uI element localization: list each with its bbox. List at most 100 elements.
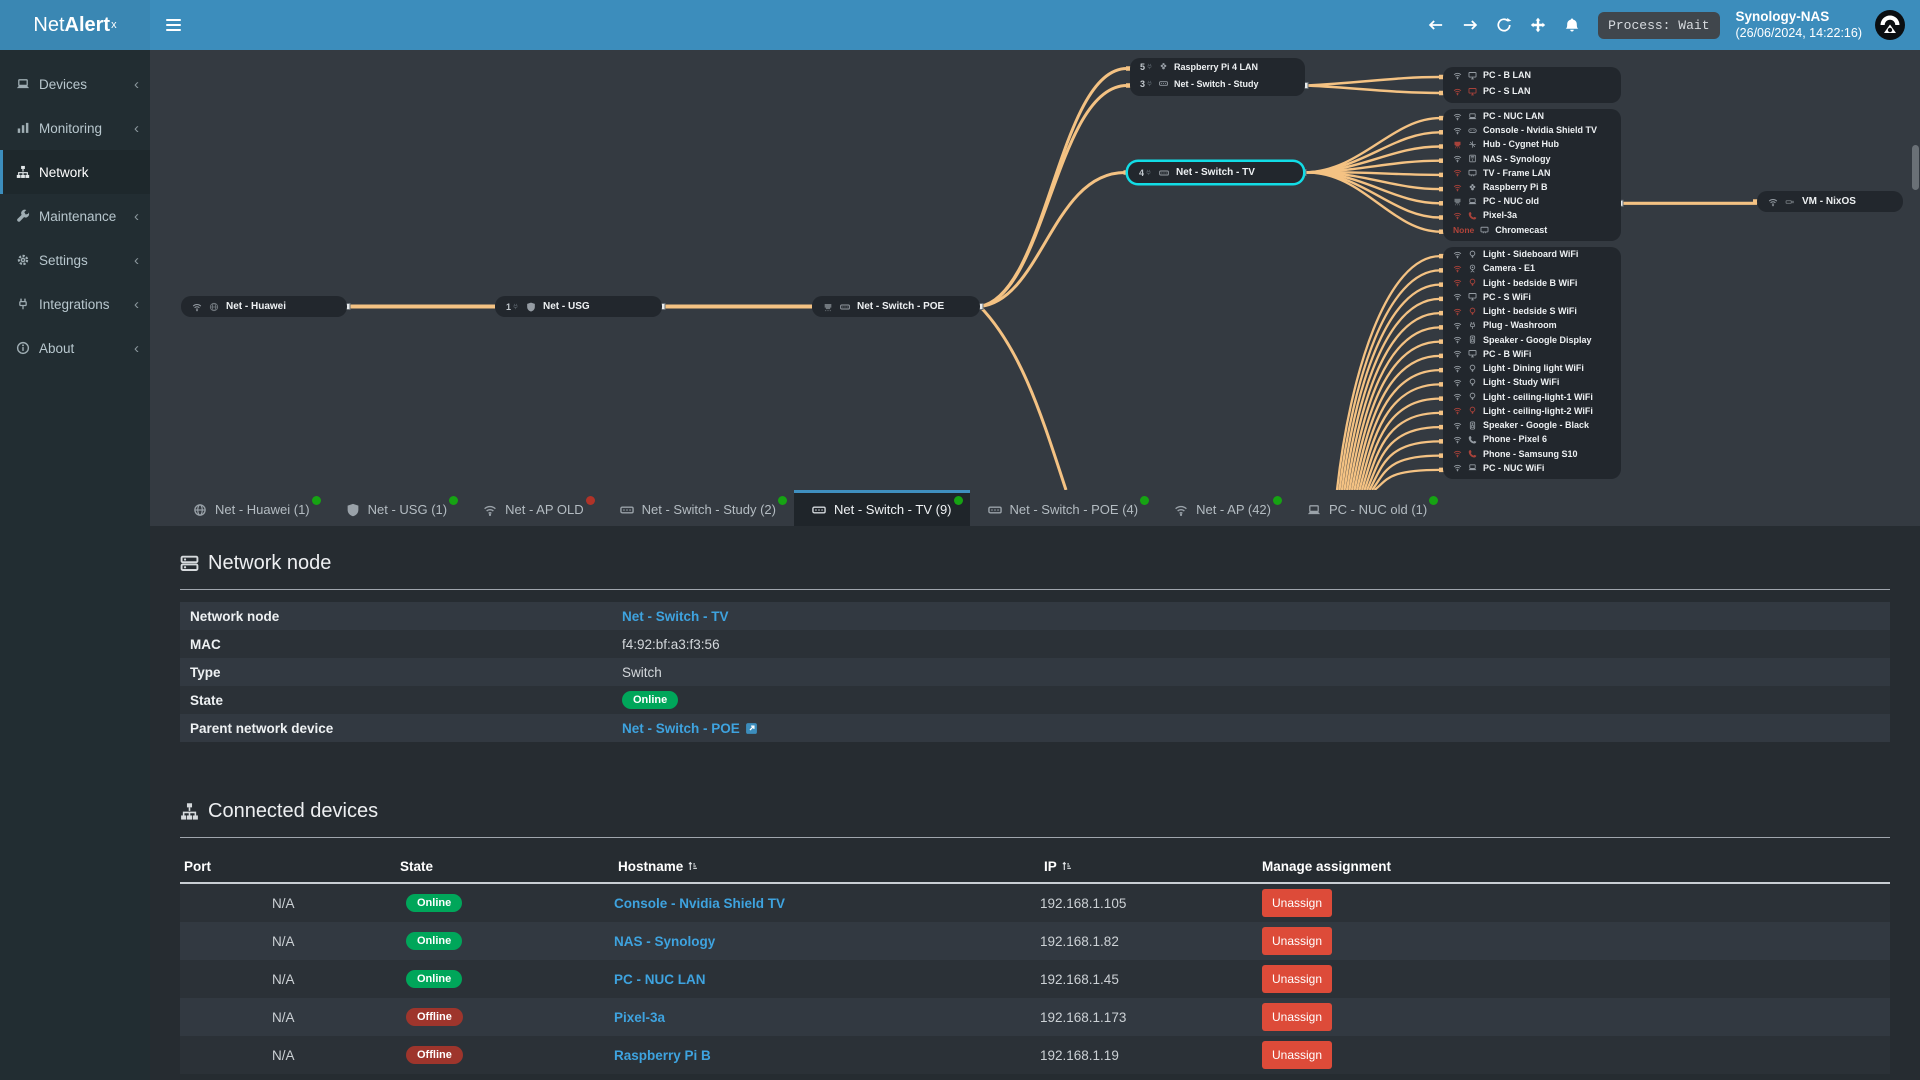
status-dot-green bbox=[1140, 496, 1150, 505]
unassign-button[interactable]: Unassign bbox=[1262, 1003, 1333, 1031]
sidebar-item-monitoring[interactable]: Monitoring ‹ bbox=[0, 106, 150, 150]
attr-value-link[interactable]: Net - Switch - POE bbox=[622, 721, 740, 736]
unassign-button[interactable]: Unassign bbox=[1262, 1041, 1333, 1069]
attr-label: Network node bbox=[190, 608, 280, 624]
sidebar-item-devices[interactable]: Devices ‹ bbox=[0, 62, 150, 106]
topology-device-row[interactable]: Phone - Samsung S10 bbox=[1443, 447, 1621, 461]
topology-device-row[interactable]: Light - Dining light WiFi bbox=[1443, 361, 1621, 375]
back-arrow-icon[interactable] bbox=[1424, 13, 1448, 37]
cell-port: N/A bbox=[272, 1047, 295, 1063]
topology-device-row[interactable]: Speaker - Google Display bbox=[1443, 333, 1621, 347]
topology-device-row[interactable]: PC - NUC old bbox=[1443, 194, 1621, 208]
hostname-link[interactable]: Pixel-3a bbox=[614, 1010, 665, 1025]
topology-device-row[interactable]: PC - B LAN bbox=[1443, 67, 1621, 83]
topology-device-row[interactable]: None Chromecast bbox=[1443, 223, 1621, 237]
tvset-icon bbox=[1480, 226, 1489, 234]
state-badge: Online bbox=[406, 894, 463, 912]
device-name: PC - NUC LAN bbox=[1483, 111, 1544, 122]
hamburger-icon[interactable] bbox=[150, 0, 196, 50]
chevron-left-icon: ‹ bbox=[134, 251, 139, 269]
topology-device-row[interactable]: PC - B WiFi bbox=[1443, 347, 1621, 361]
server-stack-icon bbox=[180, 555, 199, 571]
move-icon[interactable] bbox=[1526, 13, 1550, 37]
topology-device-row[interactable]: TV - Frame LAN bbox=[1443, 166, 1621, 180]
unassign-button[interactable]: Unassign bbox=[1262, 889, 1333, 917]
topology-device-row[interactable]: NAS - Synology bbox=[1443, 152, 1621, 166]
topology-device-row[interactable]: Light - bedside S WiFi bbox=[1443, 304, 1621, 318]
gear-icon bbox=[17, 254, 29, 266]
notifications-bell-icon[interactable] bbox=[1560, 13, 1584, 37]
col-hostname[interactable]: Hostname bbox=[614, 859, 1040, 874]
topology-device-row[interactable]: 3 Net - Switch - Study bbox=[1130, 75, 1305, 92]
table-row: N/A Online NAS - Synology 192.168.1.82 Unass… bbox=[180, 922, 1890, 960]
sort-icon[interactable] bbox=[1061, 860, 1073, 872]
app-logo[interactable]: Net Alert x bbox=[0, 0, 150, 50]
topology-device-row[interactable]: Plug - Washroom bbox=[1443, 318, 1621, 332]
hostname-link[interactable]: Raspberry Pi B bbox=[614, 1048, 711, 1063]
sidebar-item-settings[interactable]: Settings ‹ bbox=[0, 238, 150, 282]
topology-node-poe[interactable]: Net - Switch - POE bbox=[812, 296, 980, 317]
tab-net-usg-1-[interactable]: Net - USG (1) bbox=[328, 490, 465, 526]
attr-value-link[interactable]: Net - Switch - TV bbox=[622, 609, 729, 624]
topology-device-row[interactable]: Console - Nvidia Shield TV bbox=[1443, 123, 1621, 137]
tab-label: Net - Switch - TV (9) bbox=[834, 502, 952, 517]
tab-net-switch-tv-9-[interactable]: Net - Switch - TV (9) bbox=[794, 490, 970, 526]
topology-device-row[interactable]: Raspberry Pi B bbox=[1443, 180, 1621, 194]
topology-device-row[interactable]: PC - NUC LAN bbox=[1443, 109, 1621, 123]
topology-device-row[interactable]: Light - ceiling-light-2 WiFi bbox=[1443, 404, 1621, 418]
topology-node-tv[interactable]: 4 Net - Switch - TV bbox=[1128, 162, 1303, 183]
cell-state: Offline bbox=[396, 1046, 614, 1064]
sidebar-item-integrations[interactable]: Integrations ‹ bbox=[0, 282, 150, 326]
sort-icon[interactable] bbox=[687, 860, 699, 872]
host-name: Synology-NAS bbox=[1735, 8, 1830, 24]
topology-device-row[interactable]: Light - bedside B WiFi bbox=[1443, 276, 1621, 290]
topology-device-row[interactable]: Phone - Pixel 6 bbox=[1443, 432, 1621, 446]
unassign-button[interactable]: Unassign bbox=[1262, 927, 1333, 955]
raspberry-icon bbox=[1160, 63, 1167, 70]
tab-net-huawei-1-[interactable]: Net - Huawei (1) bbox=[175, 490, 328, 526]
topology-device-row[interactable]: Pixel-3a bbox=[1443, 208, 1621, 222]
wifi-icon bbox=[1453, 422, 1462, 430]
cell-manage: Unassign bbox=[1258, 927, 1890, 955]
forward-arrow-icon[interactable] bbox=[1458, 13, 1482, 37]
device-name: VM - NixOS bbox=[1802, 196, 1856, 207]
info-icon bbox=[16, 341, 30, 355]
topology-node-usg[interactable]: 1 Net - USG bbox=[495, 296, 662, 317]
sidebar-item-maintenance[interactable]: Maintenance ‹ bbox=[0, 194, 150, 238]
topology-device-row[interactable]: Light - Sideboard WiFi bbox=[1443, 247, 1621, 261]
unassign-button[interactable]: Unassign bbox=[1262, 965, 1333, 993]
topology-device-row[interactable]: Light - Study WiFi bbox=[1443, 375, 1621, 389]
state-badge: Offline bbox=[406, 1046, 463, 1064]
page-scrollbar-thumb[interactable] bbox=[1912, 145, 1919, 190]
topology-device-row[interactable]: PC - NUC WiFi bbox=[1443, 461, 1621, 475]
topology-node-huawei[interactable]: Net - Huawei bbox=[181, 296, 347, 317]
bulb-icon bbox=[1469, 364, 1476, 372]
wifi-icon bbox=[1453, 170, 1462, 178]
topology-device-row[interactable]: PC - S WiFi bbox=[1443, 290, 1621, 304]
user-avatar[interactable] bbox=[1874, 9, 1906, 41]
tab-net-switch-poe-4-[interactable]: Net - Switch - POE (4) bbox=[970, 490, 1157, 526]
topology-node-vm[interactable]: VM - NixOS bbox=[1757, 191, 1903, 212]
col-ip[interactable]: IP bbox=[1040, 859, 1258, 874]
sidebar-item-about[interactable]: About ‹ bbox=[0, 326, 150, 370]
device-name: PC - NUC WiFi bbox=[1483, 462, 1545, 473]
refresh-icon[interactable] bbox=[1492, 13, 1516, 37]
topology-device-row[interactable]: 5 Raspberry Pi 4 LAN bbox=[1130, 58, 1305, 75]
topology-device-row[interactable]: Hub - Cygnet Hub bbox=[1443, 137, 1621, 151]
topology-device-row[interactable]: Camera - E1 bbox=[1443, 261, 1621, 275]
hostname-link[interactable]: Console - Nvidia Shield TV bbox=[614, 896, 785, 911]
topology-device-row[interactable]: Speaker - Google - Black bbox=[1443, 418, 1621, 432]
topology-device-row[interactable]: Light - ceiling-light-1 WiFi bbox=[1443, 390, 1621, 404]
switch-icon bbox=[1159, 170, 1169, 175]
tab-net-ap-old[interactable]: Net - AP OLD bbox=[465, 490, 602, 526]
cell-state: Online bbox=[396, 970, 614, 988]
globe-icon bbox=[194, 503, 206, 516]
tab-pc-nuc-old-1-[interactable]: PC - NUC old (1) bbox=[1289, 490, 1445, 526]
tab-net-switch-study-2-[interactable]: Net - Switch - Study (2) bbox=[602, 490, 794, 526]
hostname-link[interactable]: NAS - Synology bbox=[614, 934, 715, 949]
topology-device-row[interactable]: PC - S LAN bbox=[1443, 83, 1621, 99]
tab-net-ap-42-[interactable]: Net - AP (42) bbox=[1156, 490, 1289, 526]
hostname-link[interactable]: PC - NUC LAN bbox=[614, 972, 706, 987]
sidebar-item-network[interactable]: Network bbox=[0, 150, 150, 194]
device-name: NAS - Synology bbox=[1483, 153, 1551, 164]
